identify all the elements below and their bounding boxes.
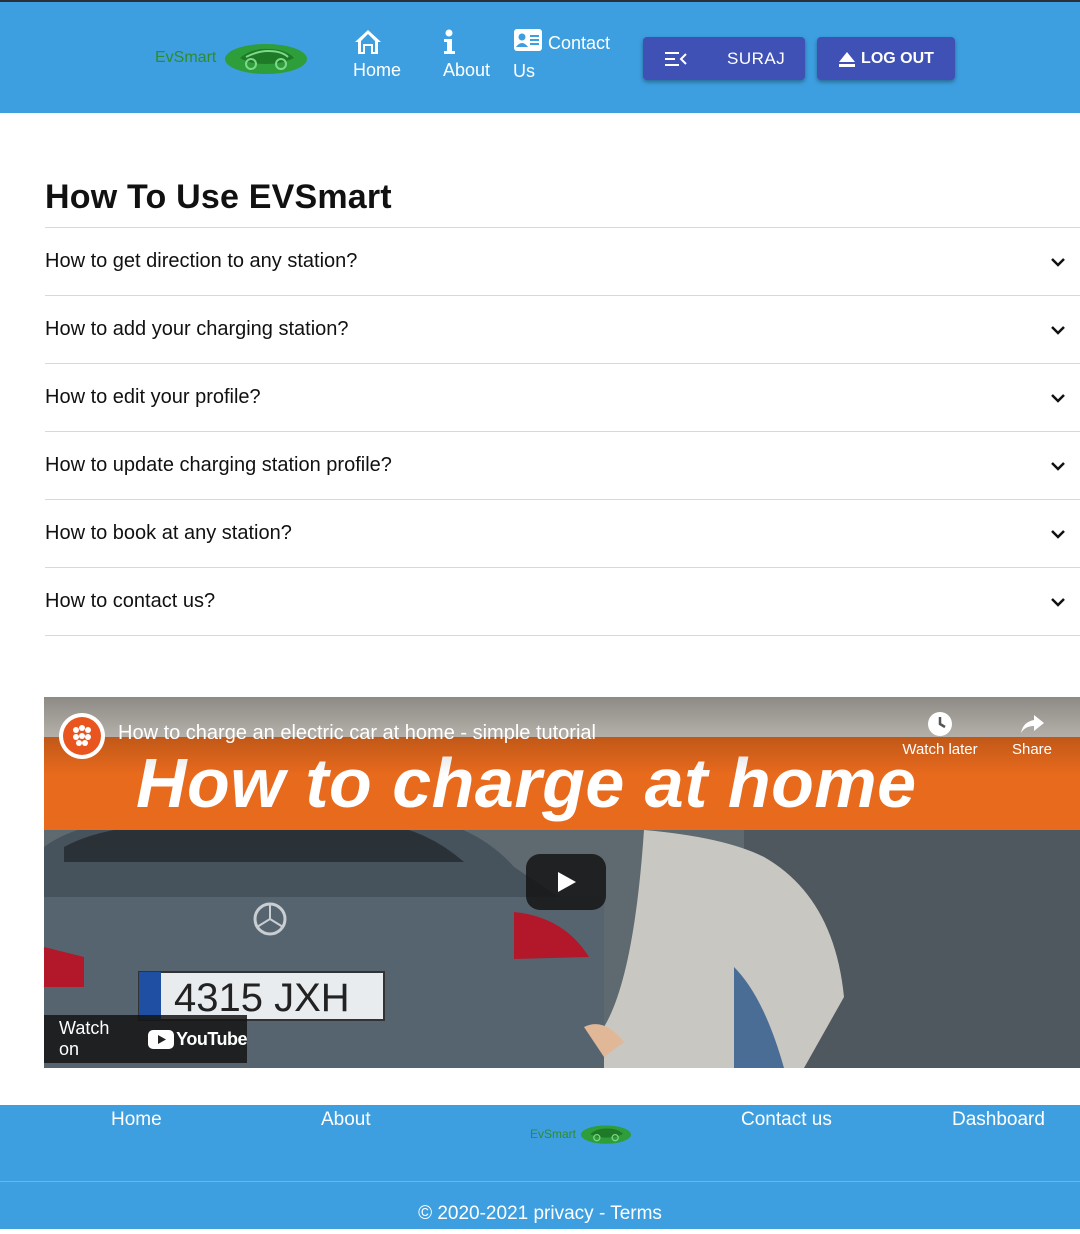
faq-question: How to book at any station? xyxy=(45,522,292,544)
watch-on-label: Watch on xyxy=(59,1018,110,1059)
footer-copyright: © 2020-2021 privacy - Terms xyxy=(418,1203,662,1224)
nav-contact-label-2: Us xyxy=(513,61,535,81)
car-logo-icon xyxy=(580,1125,632,1144)
faq-accordion: How to get direction to any station? How… xyxy=(45,227,1080,636)
nav-home-label: Home xyxy=(353,60,402,80)
footer-link-about[interactable]: About xyxy=(321,1109,371,1131)
faq-question: How to get direction to any station? xyxy=(45,250,358,272)
brand-logo[interactable]: EvSmart xyxy=(155,40,308,76)
footer-link-dashboard[interactable]: Dashboard xyxy=(952,1109,1045,1131)
play-icon xyxy=(558,872,576,892)
footer-logo[interactable]: EvSmart xyxy=(530,1123,632,1145)
faq-item[interactable]: How to update charging station profile? xyxy=(45,432,1080,500)
chevron-down-icon xyxy=(1051,597,1065,607)
watch-later-button[interactable]: Watch later xyxy=(890,711,990,758)
youtube-wordmark: YouTube xyxy=(176,1028,247,1049)
nav-home[interactable]: Home xyxy=(353,28,401,84)
nav-contact-label-1: Contact xyxy=(548,33,611,53)
logout-button[interactable]: LOG OUT xyxy=(817,37,955,80)
faq-item[interactable]: How to book at any station? xyxy=(45,500,1080,568)
footer-divider xyxy=(0,1181,1080,1182)
chevron-down-icon xyxy=(1051,393,1065,403)
top-navbar: EvSmart Home About Contact Us SURAJ LOG … xyxy=(0,0,1080,113)
chevron-down-icon xyxy=(1051,461,1065,471)
car-logo-icon xyxy=(225,44,308,74)
chevron-down-icon xyxy=(1051,257,1065,267)
watch-later-label: Watch later xyxy=(902,741,978,758)
faq-item[interactable]: How to edit your profile? xyxy=(45,364,1080,432)
faq-item[interactable]: How to add your charging station? xyxy=(45,296,1080,364)
user-name-label: SURAJ xyxy=(727,48,786,68)
clock-icon xyxy=(928,712,952,736)
youtube-play-logo-icon xyxy=(148,1029,175,1049)
share-icon xyxy=(1021,715,1044,733)
info-icon xyxy=(444,29,455,54)
faq-question: How to add your charging station? xyxy=(45,318,349,340)
share-button[interactable]: Share xyxy=(1002,711,1062,758)
page-title: How To Use EVSmart xyxy=(45,178,392,216)
chevron-down-icon xyxy=(1051,325,1065,335)
logout-label: LOG OUT xyxy=(861,49,934,67)
faq-question: How to update charging station profile? xyxy=(45,454,392,476)
footer: Home About EvSmart Contact us Dashboard … xyxy=(0,1105,1080,1229)
watch-on-youtube-link[interactable]: Watch on YouTube xyxy=(44,1015,247,1063)
play-button[interactable] xyxy=(526,854,606,910)
youtube-logo: YouTube xyxy=(148,1029,247,1050)
video-title[interactable]: How to charge an electric car at home - … xyxy=(118,722,596,745)
faq-item[interactable]: How to contact us? xyxy=(45,568,1080,636)
channel-avatar[interactable] xyxy=(59,713,105,759)
faq-question: How to edit your profile? xyxy=(45,386,261,408)
contact-card-icon xyxy=(514,29,542,51)
user-menu-button[interactable]: SURAJ xyxy=(643,37,805,80)
share-label: Share xyxy=(1011,741,1053,758)
home-icon xyxy=(355,30,381,54)
eject-icon xyxy=(839,51,856,67)
footer-link-contact[interactable]: Contact us xyxy=(741,1109,832,1131)
footer-link-home[interactable]: Home xyxy=(111,1109,162,1131)
brand-logo-text: EvSmart xyxy=(155,49,217,66)
nav-about-label: About xyxy=(443,60,491,80)
nav-about[interactable]: About xyxy=(443,28,490,84)
menu-open-icon xyxy=(665,51,687,66)
footer-logo-text: EvSmart xyxy=(530,1127,577,1141)
youtube-video-embed[interactable]: 4315 JXH How to charge at home How to ch… xyxy=(44,697,1080,1068)
svg-text:4315 JXH: 4315 JXH xyxy=(174,976,350,1020)
channel-logo-icon xyxy=(63,717,101,755)
nav-contact[interactable]: Contact Us xyxy=(513,28,623,85)
faq-question: How to contact us? xyxy=(45,590,216,612)
faq-item[interactable]: How to get direction to any station? xyxy=(45,228,1080,296)
chevron-down-icon xyxy=(1051,529,1065,539)
